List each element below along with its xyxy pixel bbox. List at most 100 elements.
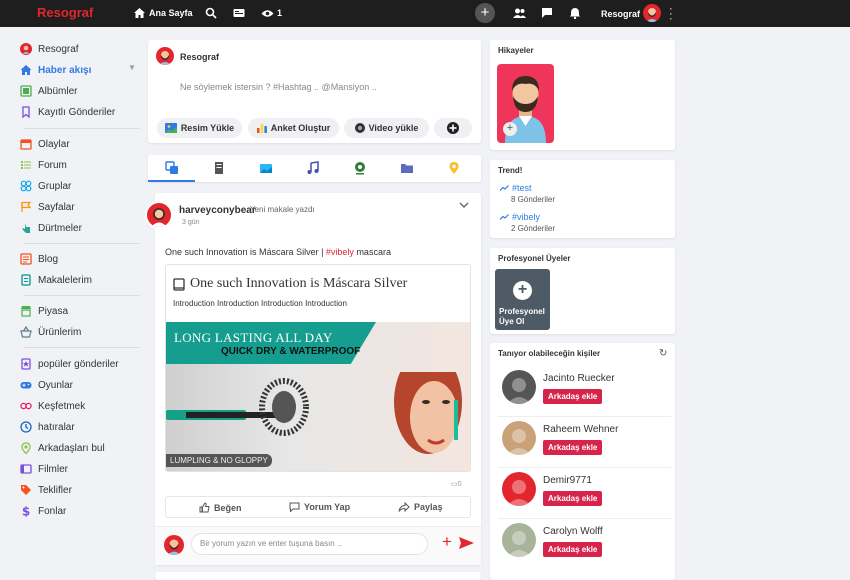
person-name[interactable]: Demir9771 [543, 475, 592, 486]
add-story-icon[interactable]: + [503, 122, 517, 136]
person-avatar[interactable] [502, 523, 536, 557]
expand-caret-icon[interactable]: ▼ [128, 63, 136, 72]
trend-item-vibely[interactable]: #vibely [500, 212, 540, 222]
more-options-icon[interactable]: · · · [669, 4, 673, 25]
sidebar-item[interactable]: Arkadaşları bul [20, 440, 140, 456]
sidebar-item[interactable]: Olaylar [20, 136, 140, 152]
views-counter[interactable]: 1 [261, 8, 282, 18]
user-name[interactable]: Resograf [601, 9, 640, 19]
post-text: One such Innovation is Máscara Silver | … [165, 247, 391, 257]
film-icon [20, 463, 32, 475]
post-author-avatar[interactable] [145, 201, 173, 229]
sidebar-item[interactable]: Forum [20, 157, 140, 173]
sidebar-item[interactable]: $ Fonlar [20, 503, 140, 519]
refresh-icon[interactable]: ↻ [659, 348, 667, 359]
tab-video-icon[interactable] [353, 161, 367, 175]
article-title[interactable]: One such Innovation is Máscara Silver [173, 276, 407, 292]
person-name[interactable]: Raheem Wehner [543, 424, 618, 435]
person-avatar[interactable] [502, 421, 536, 455]
tab-files-icon[interactable] [400, 161, 414, 175]
add-friend-button[interactable]: Arkadaş ekle [543, 542, 603, 557]
sidebar-item[interactable]: Ürünlerim [20, 324, 140, 340]
cover-headline: LONG LASTING ALL DAY [174, 330, 333, 345]
send-icon[interactable] [459, 537, 474, 549]
upload-image-button[interactable]: Resim Yükle [157, 118, 242, 138]
person-avatar[interactable] [502, 472, 536, 506]
article-preview[interactable]: One such Innovation is Máscara Silver In… [165, 264, 471, 472]
suggested-person: Demir9771 Arkadaş ekle [490, 467, 675, 518]
person-avatar[interactable] [502, 370, 536, 404]
add-friend-button[interactable]: Arkadaş ekle [543, 440, 603, 455]
create-poll-button[interactable]: Anket Oluştur [248, 118, 339, 138]
comment-input[interactable]: Bir yorum yazın ve enter tuşuna basın .. [191, 533, 428, 555]
image-icon [164, 123, 177, 133]
upload-video-button[interactable]: Video yükle [344, 118, 429, 138]
sidebar-item[interactable]: Albümler [20, 83, 140, 99]
post-timestamp[interactable]: 3 gün [182, 219, 200, 226]
create-plus-button[interactable]: + [475, 3, 495, 23]
feed-filter-tabs [148, 155, 481, 182]
sidebar-item[interactable]: popüler gönderiler [20, 356, 140, 372]
sidebar-divider [24, 243, 140, 244]
post-composer: Resograf Ne söylemek istersin ? #Hashtag… [148, 40, 481, 143]
sidebar-item[interactable]: Filmler [20, 461, 140, 477]
person-name[interactable]: Carolyn Wolff [543, 526, 603, 537]
post-menu-chevron-icon[interactable] [459, 202, 469, 208]
more-composer-options-button[interactable] [434, 118, 472, 138]
gamepad-icon [20, 379, 32, 391]
sidebar-item-label: Piyasa [38, 305, 69, 317]
sidebar-item[interactable]: Kayıtlı Gönderiler [20, 104, 140, 120]
search-icon[interactable] [205, 7, 217, 19]
sidebar-item-label: Kayıtlı Gönderiler [38, 106, 116, 118]
messages-icon[interactable] [541, 7, 553, 19]
notifications-bell-icon[interactable] [569, 7, 581, 19]
sidebar-item-label: Resograf [38, 43, 79, 55]
sidebar-item[interactable]: Oyunlar [20, 377, 140, 393]
post-author-name[interactable]: harveyconybear [179, 205, 256, 216]
add-friend-button[interactable]: Arkadaş ekle [543, 389, 603, 404]
become-pro-tile[interactable]: + Profesyonel Üye Ol [495, 269, 550, 330]
sidebar-item[interactable]: Dürtmeler [20, 220, 140, 236]
sidebar-item-label: Teklifler [38, 484, 72, 496]
share-button[interactable]: Paylaş [398, 502, 443, 512]
article-icon [20, 274, 32, 286]
post-action-bar: Beğen Yorum Yap Paylaş [165, 496, 471, 518]
comment-button[interactable]: Yorum Yap [289, 502, 350, 512]
sidebar-item[interactable]: Blog [20, 251, 140, 267]
sidebar-item[interactable]: Resograf [20, 41, 140, 57]
sidebar-item[interactable]: Gruplar [20, 178, 140, 194]
comment-attach-plus-icon[interactable]: + [442, 532, 452, 552]
sidebar-item[interactable]: Haber akışı ▼ [20, 62, 140, 78]
tab-location-icon[interactable] [447, 161, 461, 175]
sidebar-item[interactable]: Keşfetmek [20, 398, 140, 414]
news-icon[interactable] [233, 7, 245, 19]
post-hashtag-link[interactable]: #vibely [326, 247, 354, 257]
trend-item-test[interactable]: #test [500, 183, 532, 193]
upload-image-label: Resim Yükle [180, 123, 235, 133]
cover-tagline: LUMPLING & NO GLOPPY [166, 454, 272, 467]
friends-icon[interactable] [513, 7, 526, 19]
reaction-count[interactable]: ▭0 [451, 480, 462, 488]
like-button[interactable]: Beğen [199, 502, 242, 513]
sidebar-item[interactable]: Teklifler [20, 482, 140, 498]
sidebar-item[interactable]: Piyasa [20, 303, 140, 319]
add-friend-button[interactable]: Arkadaş ekle [543, 491, 603, 506]
tab-text-icon[interactable] [212, 161, 226, 175]
sidebar-item[interactable]: Makalelerim [20, 272, 140, 288]
avatar-face-icon [159, 51, 171, 65]
pro-members-card: Profesyonel Üyeler + Profesyonel Üye Ol [490, 248, 675, 334]
user-avatar[interactable] [643, 4, 661, 22]
composer-input[interactable]: Ne söylemek istersin ? #Hashtag .. @Mans… [180, 82, 377, 92]
home-link[interactable]: Ana Sayfa [134, 8, 193, 18]
sidebar-item[interactable]: hatıralar [20, 419, 140, 435]
tab-music-icon[interactable] [306, 161, 320, 175]
brand-logo[interactable]: Resograf [37, 5, 93, 20]
sidebar-item[interactable]: Sayfalar [20, 199, 140, 215]
share-label: Paylaş [414, 502, 443, 512]
sidebar-item-label: popüler gönderiler [38, 358, 119, 370]
album-icon [20, 85, 32, 97]
create-story-tile[interactable]: + [497, 64, 554, 143]
person-name[interactable]: Jacinto Ruecker [543, 373, 615, 384]
tab-all-icon[interactable] [165, 161, 179, 175]
tab-photos-icon[interactable] [259, 161, 273, 175]
